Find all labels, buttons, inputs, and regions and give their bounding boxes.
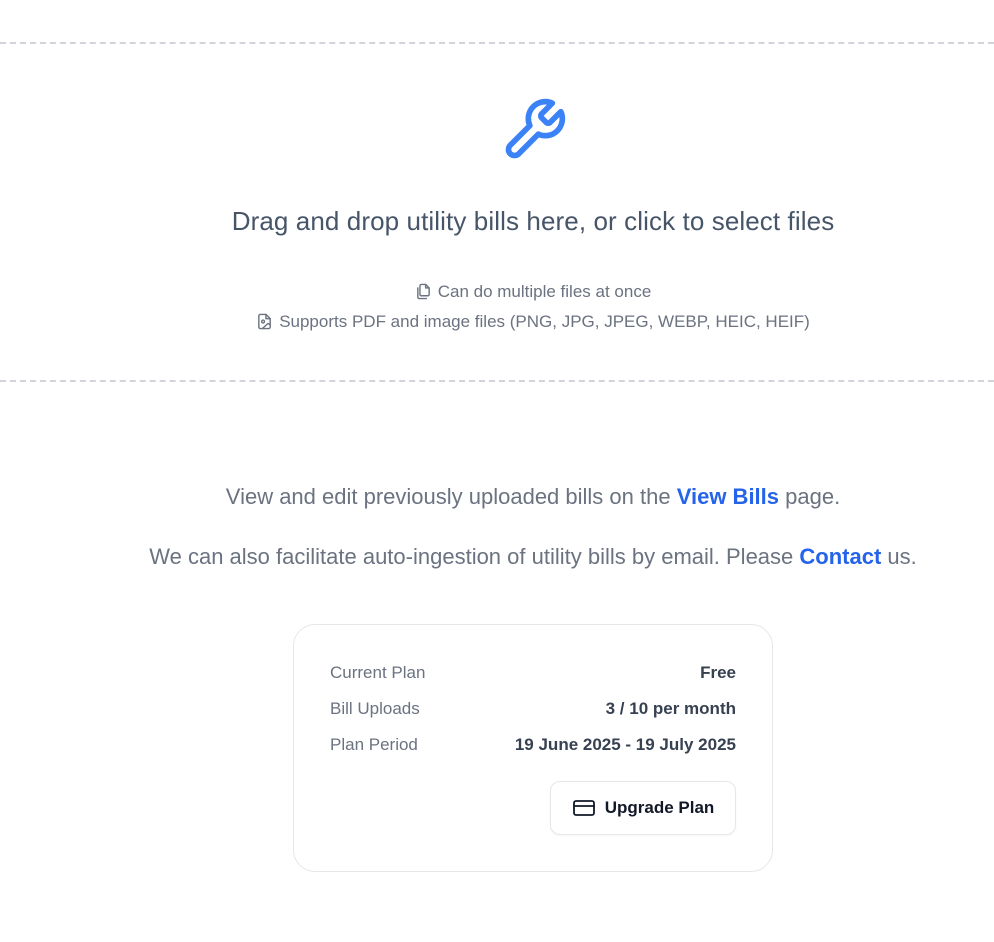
multiple-files-hint: Can do multiple files at once [0, 282, 994, 302]
supported-formats-hint: Supports PDF and image files (PNG, JPG, … [0, 312, 994, 332]
email-ingestion-info: We can also facilitate auto-ingestion of… [0, 544, 994, 570]
info-text: View and edit previously uploaded bills … [225, 484, 677, 509]
plan-period-label: Plan Period [330, 735, 418, 754]
hint-text: Can do multiple files at once [437, 282, 652, 301]
dropzone-title: Drag and drop utility bills here, or cli… [231, 206, 835, 236]
hint-text: Supports PDF and image files (PNG, JPG, … [279, 312, 810, 331]
info-text: page. [779, 484, 841, 509]
upgrade-plan-label: Upgrade Plan [604, 798, 715, 817]
view-bills-link[interactable]: View Bills [677, 484, 779, 509]
info-text: us. [881, 544, 917, 569]
bill-uploads-label: Bill Uploads [330, 699, 420, 718]
plan-card: Current Plan Free Bill Uploads 3 / 10 pe… [293, 624, 773, 872]
view-bills-info: View and edit previously uploaded bills … [0, 484, 994, 510]
contact-link[interactable]: Contact [799, 544, 881, 569]
file-dropzone[interactable]: Drag and drop utility bills here, or cli… [0, 42, 994, 382]
current-plan-label: Current Plan [330, 663, 426, 682]
info-text: We can also facilitate auto-ingestion of… [149, 544, 800, 569]
current-plan-row: Current Plan Free [330, 661, 736, 685]
upgrade-plan-button[interactable]: Upgrade Plan [550, 781, 736, 835]
plan-period-row: Plan Period 19 June 2025 - 19 July 2025 [330, 733, 736, 757]
current-plan-value: Free [700, 663, 736, 682]
bill-uploads-value: 3 / 10 per month [605, 699, 736, 718]
credit-card-icon [572, 800, 595, 816]
image-file-icon [258, 313, 272, 330]
bill-uploads-row: Bill Uploads 3 / 10 per month [330, 697, 736, 721]
plan-period-value: 19 June 2025 - 19 July 2025 [514, 735, 736, 754]
wrench-icon [505, 98, 566, 159]
copy-files-icon [416, 283, 430, 300]
